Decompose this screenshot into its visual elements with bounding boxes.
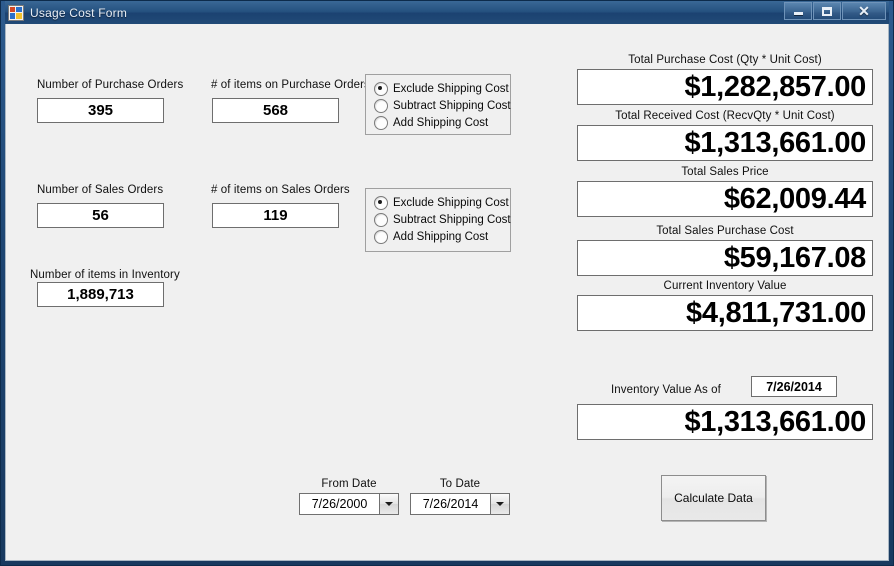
- from-date-label: From Date: [321, 478, 377, 490]
- total-sales-purchase-cost-label: Total Sales Purchase Cost: [656, 225, 794, 237]
- radio-indicator-icon: [374, 195, 388, 210]
- total-purchase-cost-field[interactable]: $1,282,857.00: [577, 69, 873, 105]
- radio-purchase-subtract-shipping[interactable]: Subtract Shipping Cost: [374, 97, 511, 114]
- radio-indicator-icon: [374, 212, 388, 227]
- radio-label: Subtract Shipping Cost: [393, 99, 511, 112]
- current-inventory-value-field[interactable]: $4,811,731.00: [577, 295, 873, 331]
- radio-sales-exclude-shipping[interactable]: Exclude Shipping Cost: [374, 194, 510, 211]
- radio-purchase-exclude-shipping[interactable]: Exclude Shipping Cost: [374, 80, 510, 97]
- inventory-asof-label: Inventory Value As of: [611, 384, 721, 396]
- purchase-orders-label: Number of Purchase Orders: [37, 79, 184, 91]
- radio-label: Exclude Shipping Cost: [393, 196, 509, 209]
- title-bar[interactable]: Usage Cost Form ✕: [5, 1, 889, 24]
- inventory-items-label: Number of items in Inventory: [30, 269, 180, 281]
- from-date-picker[interactable]: 7/26/2000: [299, 493, 399, 515]
- radio-indicator-icon: [374, 81, 388, 96]
- window-title: Usage Cost Form: [30, 5, 128, 20]
- to-date-picker[interactable]: 7/26/2014: [410, 493, 510, 515]
- form-icon: [8, 4, 24, 21]
- radio-indicator-icon: [374, 229, 388, 244]
- minimize-icon: [793, 12, 803, 15]
- window-controls: ✕: [784, 2, 886, 20]
- total-sales-price-label: Total Sales Price: [681, 166, 769, 178]
- radio-sales-subtract-shipping[interactable]: Subtract Shipping Cost: [374, 211, 511, 228]
- application-window: Usage Cost Form ✕ Number of Purchase Ord…: [0, 0, 894, 566]
- purchase-shipping-option-group: Exclude Shipping Cost Subtract Shipping …: [365, 74, 511, 135]
- inventory-asof-value-field[interactable]: $1,313,661.00: [577, 404, 873, 440]
- chevron-down-icon[interactable]: [379, 494, 398, 514]
- sales-orders-label: Number of Sales Orders: [37, 184, 164, 196]
- radio-purchase-add-shipping[interactable]: Add Shipping Cost: [374, 114, 510, 131]
- minimize-button[interactable]: [784, 2, 812, 20]
- total-purchase-cost-label: Total Purchase Cost (Qty * Unit Cost): [628, 54, 822, 66]
- radio-label: Subtract Shipping Cost: [393, 213, 511, 226]
- calculate-data-button[interactable]: Calculate Data: [661, 475, 766, 521]
- sales-items-label: # of items on Sales Orders: [211, 184, 350, 196]
- radio-label: Exclude Shipping Cost: [393, 82, 509, 95]
- sales-items-field[interactable]: 119: [212, 203, 339, 228]
- radio-label: Add Shipping Cost: [393, 116, 489, 129]
- chevron-down-icon[interactable]: [490, 494, 509, 514]
- maximize-button[interactable]: [813, 2, 841, 20]
- radio-indicator-icon: [374, 98, 388, 113]
- radio-indicator-icon: [374, 115, 388, 130]
- sales-orders-field[interactable]: 56: [37, 203, 164, 228]
- total-received-cost-label: Total Received Cost (RecvQty * Unit Cost…: [615, 110, 835, 122]
- inventory-asof-date-field[interactable]: 7/26/2014: [751, 376, 837, 397]
- from-date-value: 7/26/2000: [311, 497, 368, 511]
- radio-sales-add-shipping[interactable]: Add Shipping Cost: [374, 228, 510, 245]
- total-received-cost-field[interactable]: $1,313,661.00: [577, 125, 873, 161]
- to-date-label: To Date: [439, 478, 481, 490]
- total-sales-price-field[interactable]: $62,009.44: [577, 181, 873, 217]
- to-date-value: 7/26/2014: [422, 497, 479, 511]
- total-sales-purchase-cost-field[interactable]: $59,167.08: [577, 240, 873, 276]
- purchase-items-field[interactable]: 568: [212, 98, 339, 123]
- sales-shipping-option-group: Exclude Shipping Cost Subtract Shipping …: [365, 188, 511, 252]
- close-button[interactable]: ✕: [842, 2, 886, 20]
- purchase-items-label: # of items on Purchase Orders: [211, 79, 370, 91]
- form-client-area: Number of Purchase Orders 395 # of items…: [5, 24, 889, 561]
- close-icon: ✕: [858, 3, 870, 19]
- purchase-orders-field[interactable]: 395: [37, 98, 164, 123]
- radio-label: Add Shipping Cost: [393, 230, 489, 243]
- maximize-icon: [822, 6, 832, 16]
- current-inventory-value-label: Current Inventory Value: [663, 280, 787, 292]
- inventory-items-field[interactable]: 1,889,713: [37, 282, 164, 307]
